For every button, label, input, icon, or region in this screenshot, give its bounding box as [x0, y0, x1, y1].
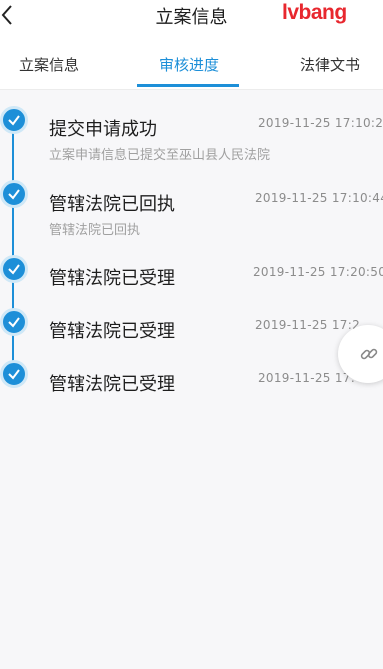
- timeline-item-time: 2019-11-25 17:10:21: [258, 116, 383, 130]
- timeline-item-title: 管辖法院已受理: [49, 321, 175, 342]
- tab-case-info[interactable]: 立案信息: [19, 54, 79, 75]
- timeline-item-time: 2019-11-25 17:: [258, 371, 356, 385]
- timeline-item-time: 2019-11-25 17:10:44: [255, 191, 383, 205]
- timeline-item-title: 提交申请成功: [49, 119, 157, 140]
- timeline-item-description: 管辖法院已回执: [49, 223, 141, 238]
- timeline-node-4: [0, 308, 28, 336]
- top-bar: 立案信息 lvbang: [0, 0, 383, 30]
- timeline-item-title: 管辖法院已受理: [49, 374, 175, 395]
- check-icon: [8, 369, 20, 380]
- check-icon: [8, 317, 20, 328]
- link-icon: [360, 348, 378, 360]
- check-icon: [8, 189, 20, 200]
- timeline-item-time: 2019-11-25 17:2: [255, 318, 360, 332]
- active-tab-indicator: [137, 84, 239, 87]
- check-icon: [8, 264, 20, 275]
- timeline-node-3: [0, 255, 28, 283]
- timeline-item-description: 立案申请信息已提交至巫山县人民法院: [49, 148, 271, 163]
- timeline-item-title: 管辖法院已受理: [49, 268, 175, 289]
- timeline-node-5: [0, 360, 28, 388]
- timeline-node-1: [0, 106, 28, 134]
- watermark-logo: lvbang: [282, 1, 347, 24]
- timeline-item-title: 管辖法院已回执: [49, 194, 175, 215]
- tab-legal-documents[interactable]: 法律文书: [300, 54, 360, 75]
- timeline-item-time: 2019-11-25 17:20:50: [253, 265, 383, 279]
- tab-review-progress[interactable]: 审核进度: [159, 54, 219, 75]
- timeline-node-2: [0, 180, 28, 208]
- check-icon: [8, 115, 20, 126]
- tab-bar: 立案信息 审核进度 法律文书: [0, 30, 383, 90]
